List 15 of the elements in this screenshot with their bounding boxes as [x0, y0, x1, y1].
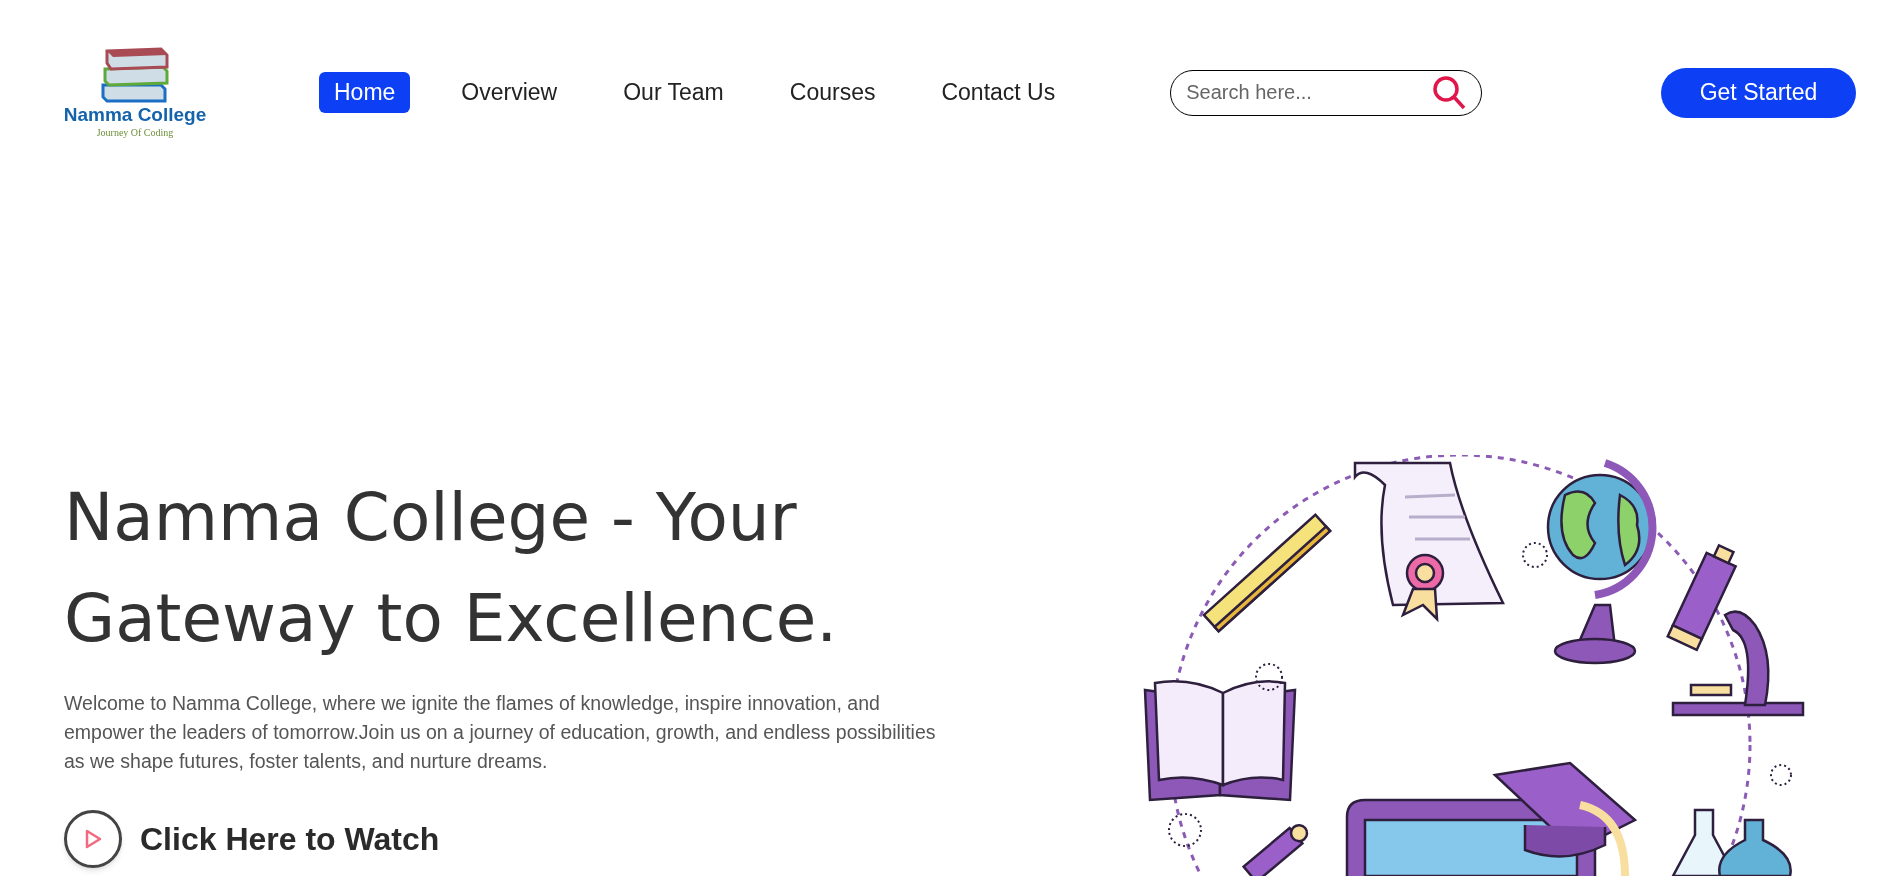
logo-title: Namma College [63, 103, 207, 128]
nav-link[interactable]: Home [319, 72, 411, 113]
play-icon [84, 829, 102, 849]
get-started-button[interactable]: Get Started [1661, 67, 1856, 118]
watch-link[interactable]: Click Here to Watch [140, 815, 440, 863]
nav-link[interactable]: Contact Us [926, 72, 1071, 113]
play-button[interactable] [64, 810, 122, 868]
nav-link[interactable]: Courses [774, 72, 891, 113]
hero-description: Welcome to Namma College, where we ignite the flames of knowledge, inspire innovation, and empower the leaders of tomorrow.Join us on a journey of education, growth, and endless possibilities as we shape futures, foster talents, and nurture dreams. [64, 691, 937, 774]
search-icon[interactable] [1432, 74, 1467, 111]
nav-link[interactable]: Overview [446, 72, 573, 113]
logo-tagline: Journey Of Coding [96, 127, 174, 140]
search-field[interactable]: Search here... [1170, 69, 1483, 116]
hero-title: Namma College - Your Gateway to Excellence. [64, 478, 839, 659]
nav-link[interactable]: Our Team [608, 72, 739, 113]
